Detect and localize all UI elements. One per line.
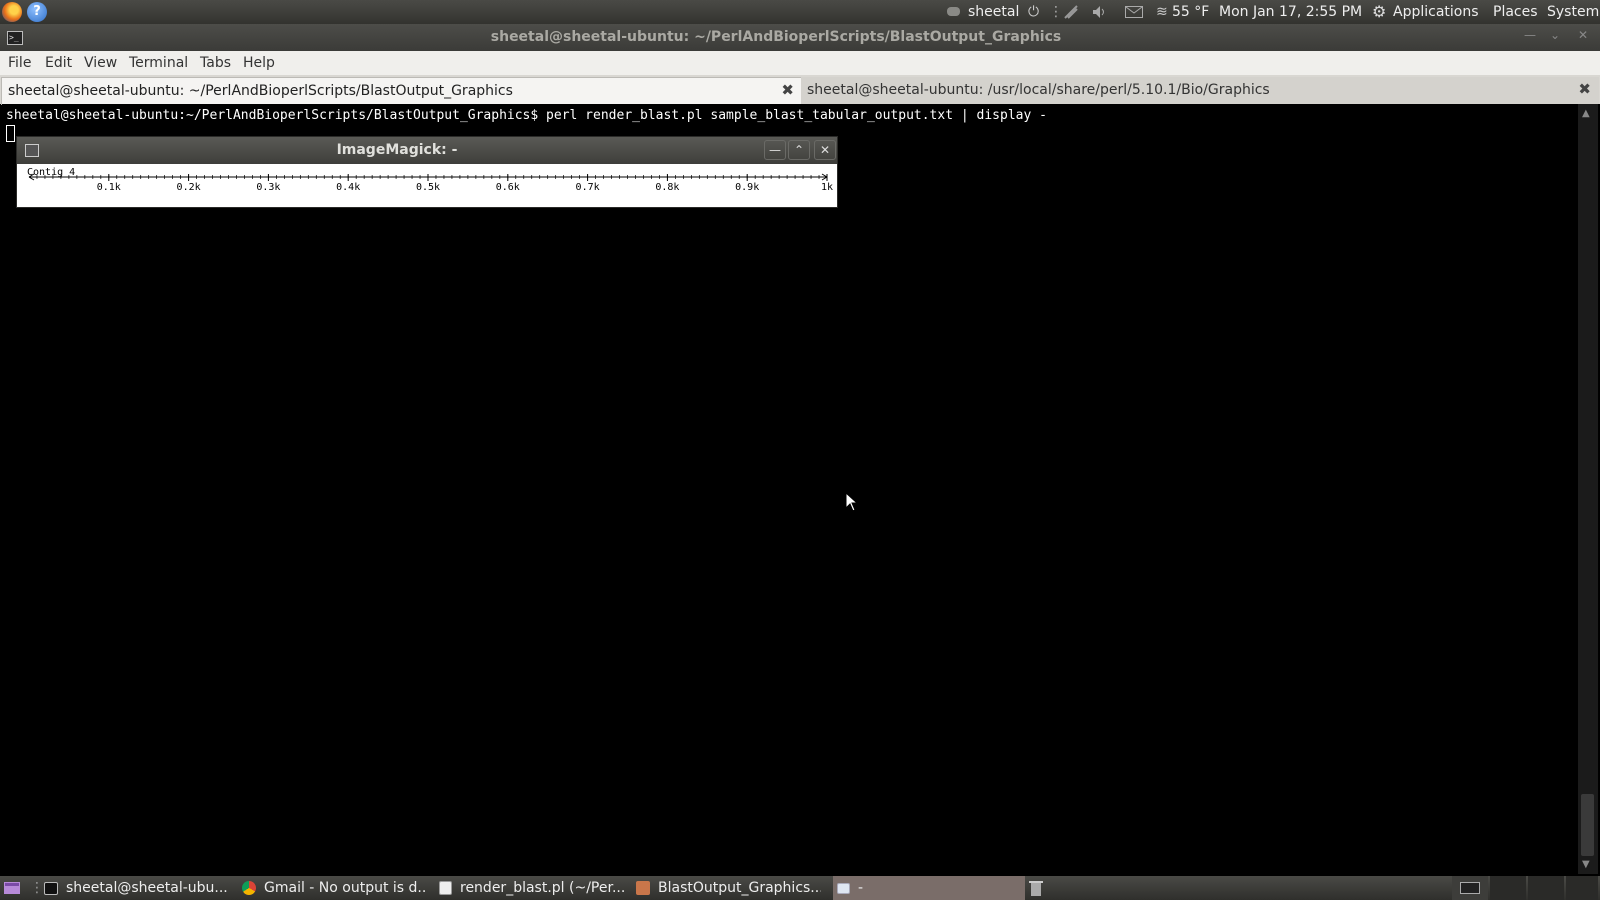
ruler-tick-label: 0.6k [496, 182, 520, 193]
taskbar-item-gmail[interactable]: Gmail - No output is d... [242, 876, 427, 900]
text-cursor [6, 125, 15, 142]
tab-bar: sheetal@sheetal-ubuntu: ~/PerlAndBioperl… [0, 75, 1600, 105]
show-desktop-icon[interactable] [4, 876, 20, 900]
taskbar-label: BlastOutput_Graphics... [658, 880, 821, 896]
taskbar-label: Gmail - No output is d... [264, 880, 427, 896]
menu-system[interactable]: System [1547, 0, 1599, 24]
close-button[interactable]: ✕ [1573, 27, 1593, 43]
clock[interactable]: Mon Jan 17, 2:55 PM [1219, 0, 1362, 24]
tab-blastoutput-graphics[interactable]: sheetal@sheetal-ubuntu: ~/PerlAndBioperl… [1, 77, 803, 105]
ruler-tick-label: 0.5k [416, 182, 440, 193]
weather-icon: ≋ [1156, 4, 1168, 20]
menu-view[interactable]: View [84, 51, 117, 75]
window-title: sheetal@sheetal-ubuntu: ~/PerlAndBioperl… [490, 29, 1062, 45]
window-icon [837, 882, 850, 894]
volume-icon[interactable] [1092, 0, 1108, 24]
imagemagick-window[interactable]: ImageMagick: - — ⌃ ✕ Contig_4 0.1k 0.2k 0.… [17, 137, 837, 207]
trash-icon[interactable] [1028, 876, 1050, 900]
menu-edit[interactable]: Edit [45, 51, 72, 75]
ruler-tick-label: 0.9k [735, 182, 759, 193]
menu-tabs[interactable]: Tabs [200, 51, 231, 75]
window-titlebar[interactable]: >_ sheetal@sheetal-ubuntu: ~/PerlAndBiop… [0, 24, 1600, 51]
taskbar-item-editor[interactable]: render_blast.pl (~/Per... [439, 876, 624, 900]
workspace-1[interactable] [1452, 876, 1488, 900]
firefox-icon[interactable] [2, 2, 22, 22]
ruler-tick-label: 0.2k [177, 182, 201, 193]
imagemagick-title: ImageMagick: - [336, 142, 458, 158]
close-tab-icon[interactable]: ✖ [781, 78, 794, 103]
scroll-up-arrow-icon[interactable]: ▲ [1582, 108, 1590, 119]
taskbar-item-terminal[interactable]: sheetal@sheetal-ubu... [44, 876, 234, 900]
taskbar-label: sheetal@sheetal-ubu... [66, 880, 228, 896]
workspace-2[interactable] [1490, 876, 1526, 900]
chrome-icon [242, 881, 256, 895]
taskbar-item-imagemagick[interactable]: - [833, 876, 1025, 900]
help-icon[interactable]: ? [27, 2, 47, 22]
separator-handle-icon: ⋮ [30, 880, 44, 896]
scroll-down-arrow-icon[interactable]: ▼ [1582, 859, 1590, 870]
menu-terminal[interactable]: Terminal [129, 51, 188, 75]
workspace-3[interactable] [1528, 876, 1564, 900]
terminal-output[interactable]: sheetal@sheetal-ubuntu:~/PerlAndBioperlS… [2, 104, 1578, 874]
im-close-button[interactable]: ✕ [814, 140, 836, 160]
taskbar-label: render_blast.pl (~/Per... [460, 880, 624, 896]
ruler-tick-label: 1k [821, 182, 833, 193]
mouse-pointer-icon [845, 492, 859, 512]
command-line: sheetal@sheetal-ubuntu:~/PerlAndBioperlS… [6, 108, 1047, 123]
network-icon[interactable] [1063, 0, 1079, 24]
power-icon[interactable]: ⏻ [1028, 0, 1039, 24]
menu-help[interactable]: Help [243, 51, 275, 75]
menu-file[interactable]: File [8, 51, 31, 75]
menu-applications[interactable]: Applications [1393, 0, 1479, 24]
menubar: File Edit View Terminal Tabs Help [0, 51, 1600, 76]
separator-dots-icon: ⋮ [1049, 4, 1063, 20]
close-tab-icon[interactable]: ✖ [1578, 77, 1591, 102]
chat-status-icon[interactable] [947, 0, 961, 24]
weather-temperature[interactable]: 55 °F [1172, 0, 1209, 24]
tab-label: sheetal@sheetal-ubuntu: /usr/local/share… [807, 82, 1270, 98]
terminal-icon [44, 881, 58, 895]
gear-icon: ⚙ [1372, 2, 1387, 21]
ruler-tick-label: 0.1k [97, 182, 121, 193]
minimize-button[interactable]: — [1520, 27, 1540, 43]
shell-prompt: sheetal@sheetal-ubuntu:~/PerlAndBioperlS… [6, 108, 547, 123]
scale-ruler: 0.1k 0.2k 0.3k 0.4k 0.5k 0.6k 0.7k 0.8k 0.9k 1k [28, 173, 833, 193]
mail-icon[interactable] [1125, 0, 1143, 24]
tab-bio-graphics[interactable]: sheetal@sheetal-ubuntu: /usr/local/share… [801, 77, 1599, 104]
imagemagick-titlebar[interactable]: ImageMagick: - — ⌃ ✕ [17, 137, 837, 164]
user-name[interactable]: sheetal [968, 0, 1019, 24]
taskbar-item-file-browser[interactable]: BlastOutput_Graphics... [636, 876, 821, 900]
ruler-tick-label: 0.4k [336, 182, 360, 193]
rendered-image[interactable]: Contig_4 0.1k 0.2k 0.3k 0.4k 0.5k 0.6k 0.7k 0.8… [17, 164, 837, 207]
terminal-scrollbar[interactable]: ▲ ▼ [1578, 104, 1598, 874]
bottom-panel: ⋮ sheetal@sheetal-ubu... Gmail - No outp… [0, 876, 1600, 900]
ruler-tick-label: 0.8k [655, 182, 679, 193]
top-panel: ? sheetal ⏻ ⋮ ≋ 55 °F Mon Jan 17, 2:55 P… [0, 0, 1600, 24]
menu-places[interactable]: Places [1493, 0, 1538, 24]
shell-command: perl render_blast.pl sample_blast_tabula… [546, 108, 1047, 123]
ruler-tick-label: 0.3k [256, 182, 280, 193]
taskbar-label: - [858, 880, 864, 896]
maximize-button[interactable]: ⌄ [1545, 27, 1565, 43]
text-editor-icon [439, 881, 452, 895]
workspace-4[interactable] [1566, 876, 1598, 900]
im-maximize-button[interactable]: ⌃ [788, 140, 810, 160]
im-minimize-button[interactable]: — [764, 140, 786, 160]
ruler-tick-label: 0.7k [576, 182, 600, 193]
folder-icon [636, 881, 650, 895]
tab-label: sheetal@sheetal-ubuntu: ~/PerlAndBioperl… [8, 83, 513, 99]
scrollbar-thumb[interactable] [1581, 794, 1594, 856]
